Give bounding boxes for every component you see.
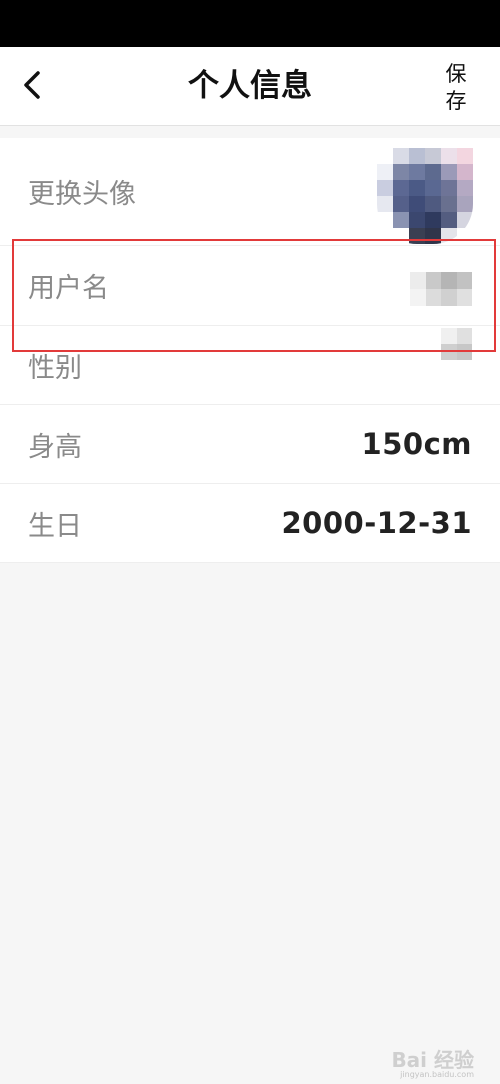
- profile-form: 更换头像 用户名 性别 身高 150cm 生日 2000-12-31: [0, 138, 500, 563]
- birthday-label: 生日: [28, 510, 82, 542]
- avatar-label: 更换头像: [28, 179, 136, 210]
- chevron-left-icon: [24, 71, 40, 99]
- birthday-row[interactable]: 生日 2000-12-31: [0, 484, 500, 563]
- avatar-row[interactable]: 更换头像: [0, 138, 500, 246]
- gender-value-blurred: [441, 328, 472, 360]
- birthday-value: 2000-12-31: [281, 506, 472, 540]
- save-button[interactable]: 保存: [440, 61, 472, 115]
- top-nav-bar: 个人信息 保存: [0, 47, 500, 126]
- watermark-sub: jingyan.baidu.com: [400, 1070, 474, 1080]
- status-bar: [0, 0, 500, 47]
- username-row[interactable]: 用户名: [0, 246, 500, 326]
- height-row[interactable]: 身高 150cm: [0, 405, 500, 484]
- watermark-text: Bai 经验: [391, 1048, 474, 1073]
- height-label: 身高: [28, 431, 82, 463]
- back-button[interactable]: [10, 63, 54, 107]
- watermark: Bai 经验 jingyan.baidu.com: [391, 1049, 474, 1080]
- page-title: 个人信息: [188, 68, 312, 104]
- username-value-blurred: [410, 272, 472, 306]
- gender-row[interactable]: 性别: [0, 326, 500, 405]
- avatar[interactable]: [377, 148, 473, 244]
- gender-label: 性别: [28, 352, 82, 384]
- username-label: 用户名: [28, 273, 109, 304]
- height-value: 150cm: [361, 427, 472, 461]
